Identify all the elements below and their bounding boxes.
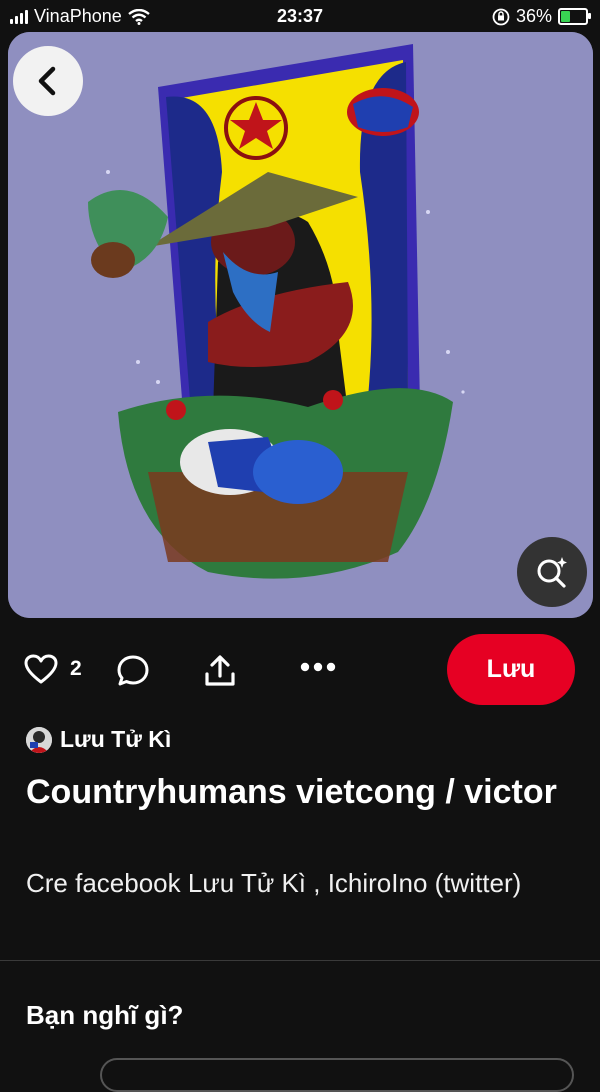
back-button[interactable] [13, 46, 83, 116]
battery-percent: 36% [515, 6, 552, 26]
author[interactable]: Lưu Tử Kì [26, 726, 171, 753]
like-button[interactable]: 2 [24, 654, 82, 684]
more-icon [300, 662, 336, 672]
comment-icon [117, 655, 149, 686]
comments-heading: Bạn nghĩ gì? [26, 1000, 184, 1030]
author-name: Lưu Tử Kì [60, 726, 172, 752]
comment-button[interactable] [116, 654, 150, 688]
comment-input[interactable] [100, 1058, 574, 1092]
back-arrow-icon [38, 66, 56, 96]
save-button[interactable]: Lưu [447, 634, 575, 705]
more-button[interactable] [300, 662, 336, 672]
pin-artwork [8, 32, 593, 618]
heart-icon [24, 654, 58, 684]
divider [0, 960, 600, 961]
pin-image[interactable] [8, 32, 593, 618]
avatar [26, 726, 52, 753]
visual-search-button[interactable] [517, 537, 587, 607]
visual-search-icon [537, 557, 567, 588]
share-icon [205, 655, 235, 686]
battery-icon [558, 8, 591, 25]
pin-description: Cre facebook Lưu Tử Kì , IchiroIno (twit… [26, 868, 522, 898]
like-count: 2 [70, 657, 82, 680]
share-button[interactable] [203, 654, 237, 688]
orientation-lock-icon [492, 8, 510, 25]
status-bar: VinaPhone 23:37 36% [0, 0, 600, 34]
pin-title: Countryhumans vietcong / victor [26, 773, 557, 811]
action-row: 2 Lưu [0, 634, 600, 706]
